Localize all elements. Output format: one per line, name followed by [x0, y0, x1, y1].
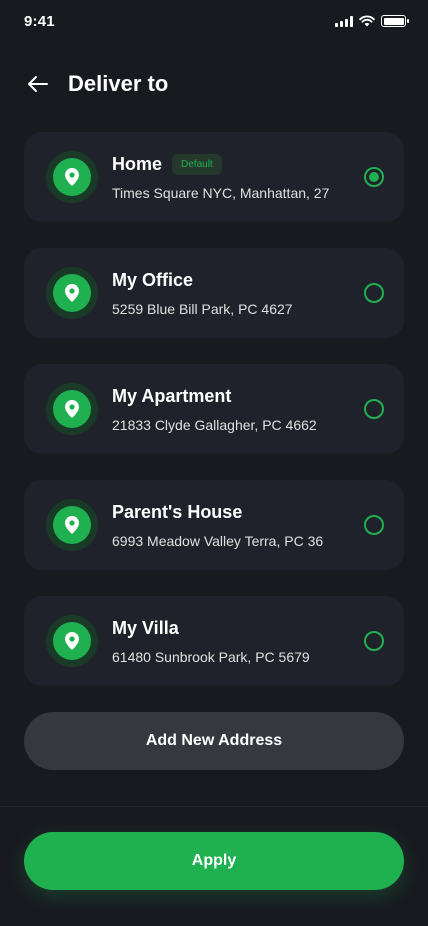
address-detail: 61480 Sunbrook Park, PC 5679: [112, 648, 310, 665]
address-name: Home: [112, 153, 163, 174]
default-badge: Default: [172, 153, 222, 175]
apply-button[interactable]: Apply: [24, 832, 404, 890]
location-pin-icon: [65, 516, 79, 534]
location-pin-icon: [65, 168, 79, 186]
status-icons: [335, 15, 409, 27]
address-name: Parent's House: [112, 501, 243, 522]
divider: [0, 806, 428, 807]
address-card-office[interactable]: My Office 5259 Blue Bill Park, PC 4627: [24, 248, 404, 338]
status-bar: 9:41: [0, 0, 428, 44]
location-pin-container: [46, 615, 98, 667]
address-radio[interactable]: [364, 283, 384, 303]
location-pin-container: [46, 383, 98, 435]
location-pin-icon: [65, 400, 79, 418]
address-radio[interactable]: [364, 167, 384, 187]
page-title: Deliver to: [68, 71, 169, 96]
address-detail: 5259 Blue Bill Park, PC 4627: [112, 300, 293, 317]
location-pin-icon: [65, 284, 79, 302]
address-card-villa[interactable]: My Villa 61480 Sunbrook Park, PC 5679: [24, 596, 404, 686]
add-new-address-button[interactable]: Add New Address: [24, 712, 404, 770]
arrow-left-icon: [28, 76, 48, 92]
address-name: My Office: [112, 269, 194, 290]
address-name: My Villa: [112, 617, 179, 638]
address-radio[interactable]: [364, 631, 384, 651]
wifi-icon: [359, 15, 375, 27]
address-card-home[interactable]: Home Default Times Square NYC, Manhattan…: [24, 132, 404, 222]
address-card-apartment[interactable]: My Apartment 21833 Clyde Gallagher, PC 4…: [24, 364, 404, 454]
address-detail: Times Square NYC, Manhattan, 27: [112, 184, 330, 201]
location-pin-container: [46, 499, 98, 551]
deliver-to-screen: 9:41 Deliver to Home Default Times Squar…: [0, 0, 428, 926]
address-list: Home Default Times Square NYC, Manhattan…: [24, 132, 404, 686]
address-radio[interactable]: [364, 515, 384, 535]
location-pin-icon: [65, 632, 79, 650]
header: Deliver to: [24, 64, 404, 104]
signal-icon: [335, 15, 353, 27]
address-card-parents-house[interactable]: Parent's House 6993 Meadow Valley Terra,…: [24, 480, 404, 570]
address-name: My Apartment: [112, 385, 232, 406]
status-time: 9:41: [24, 13, 55, 30]
location-pin-container: [46, 267, 98, 319]
address-detail: 6993 Meadow Valley Terra, PC 36: [112, 532, 324, 549]
address-detail: 21833 Clyde Gallagher, PC 4662: [112, 416, 317, 433]
back-button[interactable]: [24, 70, 52, 98]
location-pin-container: [46, 151, 98, 203]
battery-icon: [381, 15, 409, 27]
address-radio[interactable]: [364, 399, 384, 419]
